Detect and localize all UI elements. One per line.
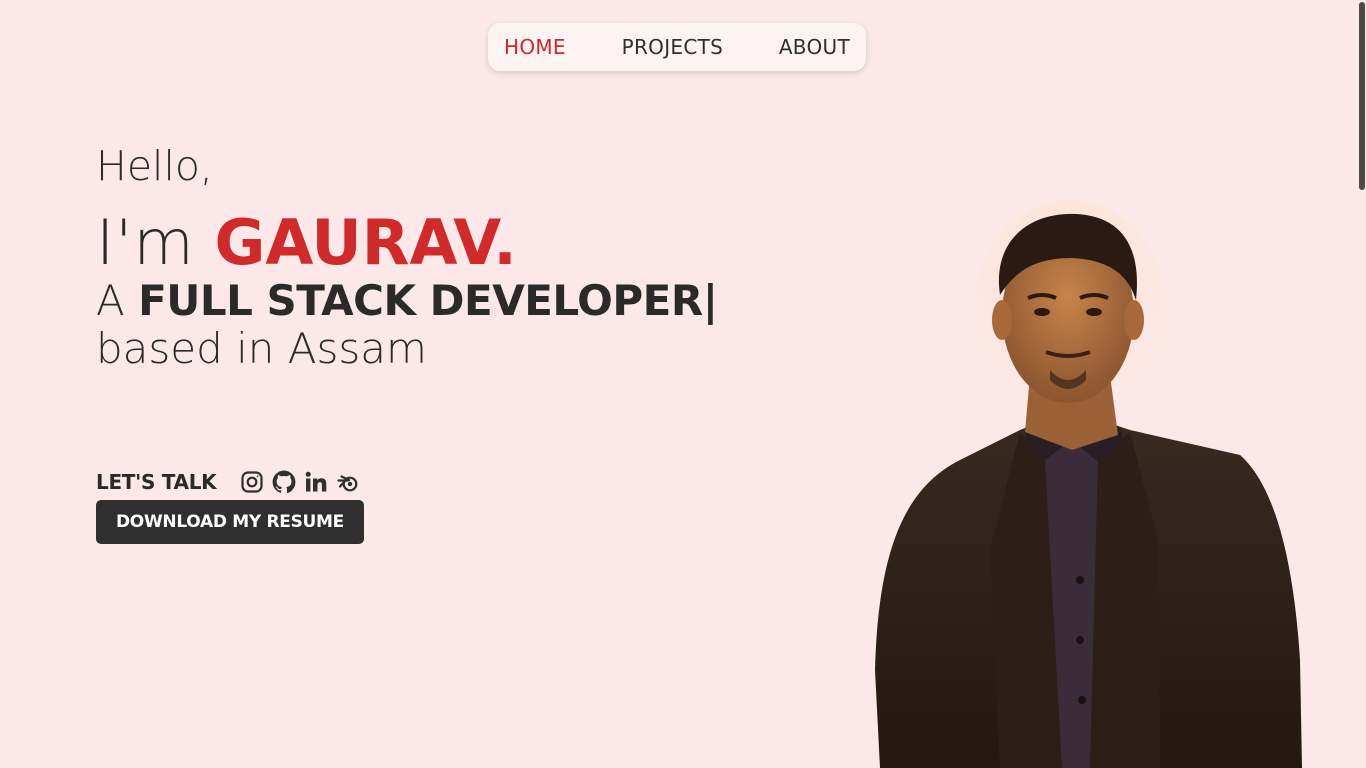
- github-icon[interactable]: [272, 470, 296, 494]
- location-line: based in Assam: [96, 324, 427, 373]
- intro-im: I'm: [96, 206, 195, 279]
- intro-heading: I'm GAURAV.: [96, 206, 517, 280]
- intro-name: GAURAV.: [214, 206, 517, 279]
- typing-cursor: |: [702, 276, 719, 325]
- linkedin-icon[interactable]: [304, 470, 328, 494]
- instagram-icon[interactable]: [240, 470, 264, 494]
- download-resume-button[interactable]: DOWNLOAD MY RESUME: [96, 500, 364, 544]
- role-line: A FULL STACK DEVELOPER|: [96, 276, 718, 325]
- profile-photo: [875, 200, 1302, 768]
- top-nav: HOME PROJECTS ABOUT: [488, 23, 866, 71]
- blender-icon[interactable]: [336, 470, 360, 494]
- scrollbar-thumb[interactable]: [1359, 2, 1365, 190]
- lets-talk-label: LET'S TALK: [96, 470, 217, 494]
- role-title: FULL STACK DEVELOPER: [138, 276, 703, 325]
- greeting: Hello,: [96, 142, 213, 190]
- nav-projects[interactable]: PROJECTS: [622, 35, 724, 59]
- page: HOME PROJECTS ABOUT Hello, I'm GAURAV. A…: [0, 0, 1366, 768]
- scrollbar[interactable]: [1358, 0, 1366, 768]
- nav-about[interactable]: ABOUT: [779, 35, 850, 59]
- talk-row: LET'S TALK: [96, 470, 368, 494]
- role-prefix: A: [96, 276, 125, 325]
- nav-home[interactable]: HOME: [504, 35, 566, 59]
